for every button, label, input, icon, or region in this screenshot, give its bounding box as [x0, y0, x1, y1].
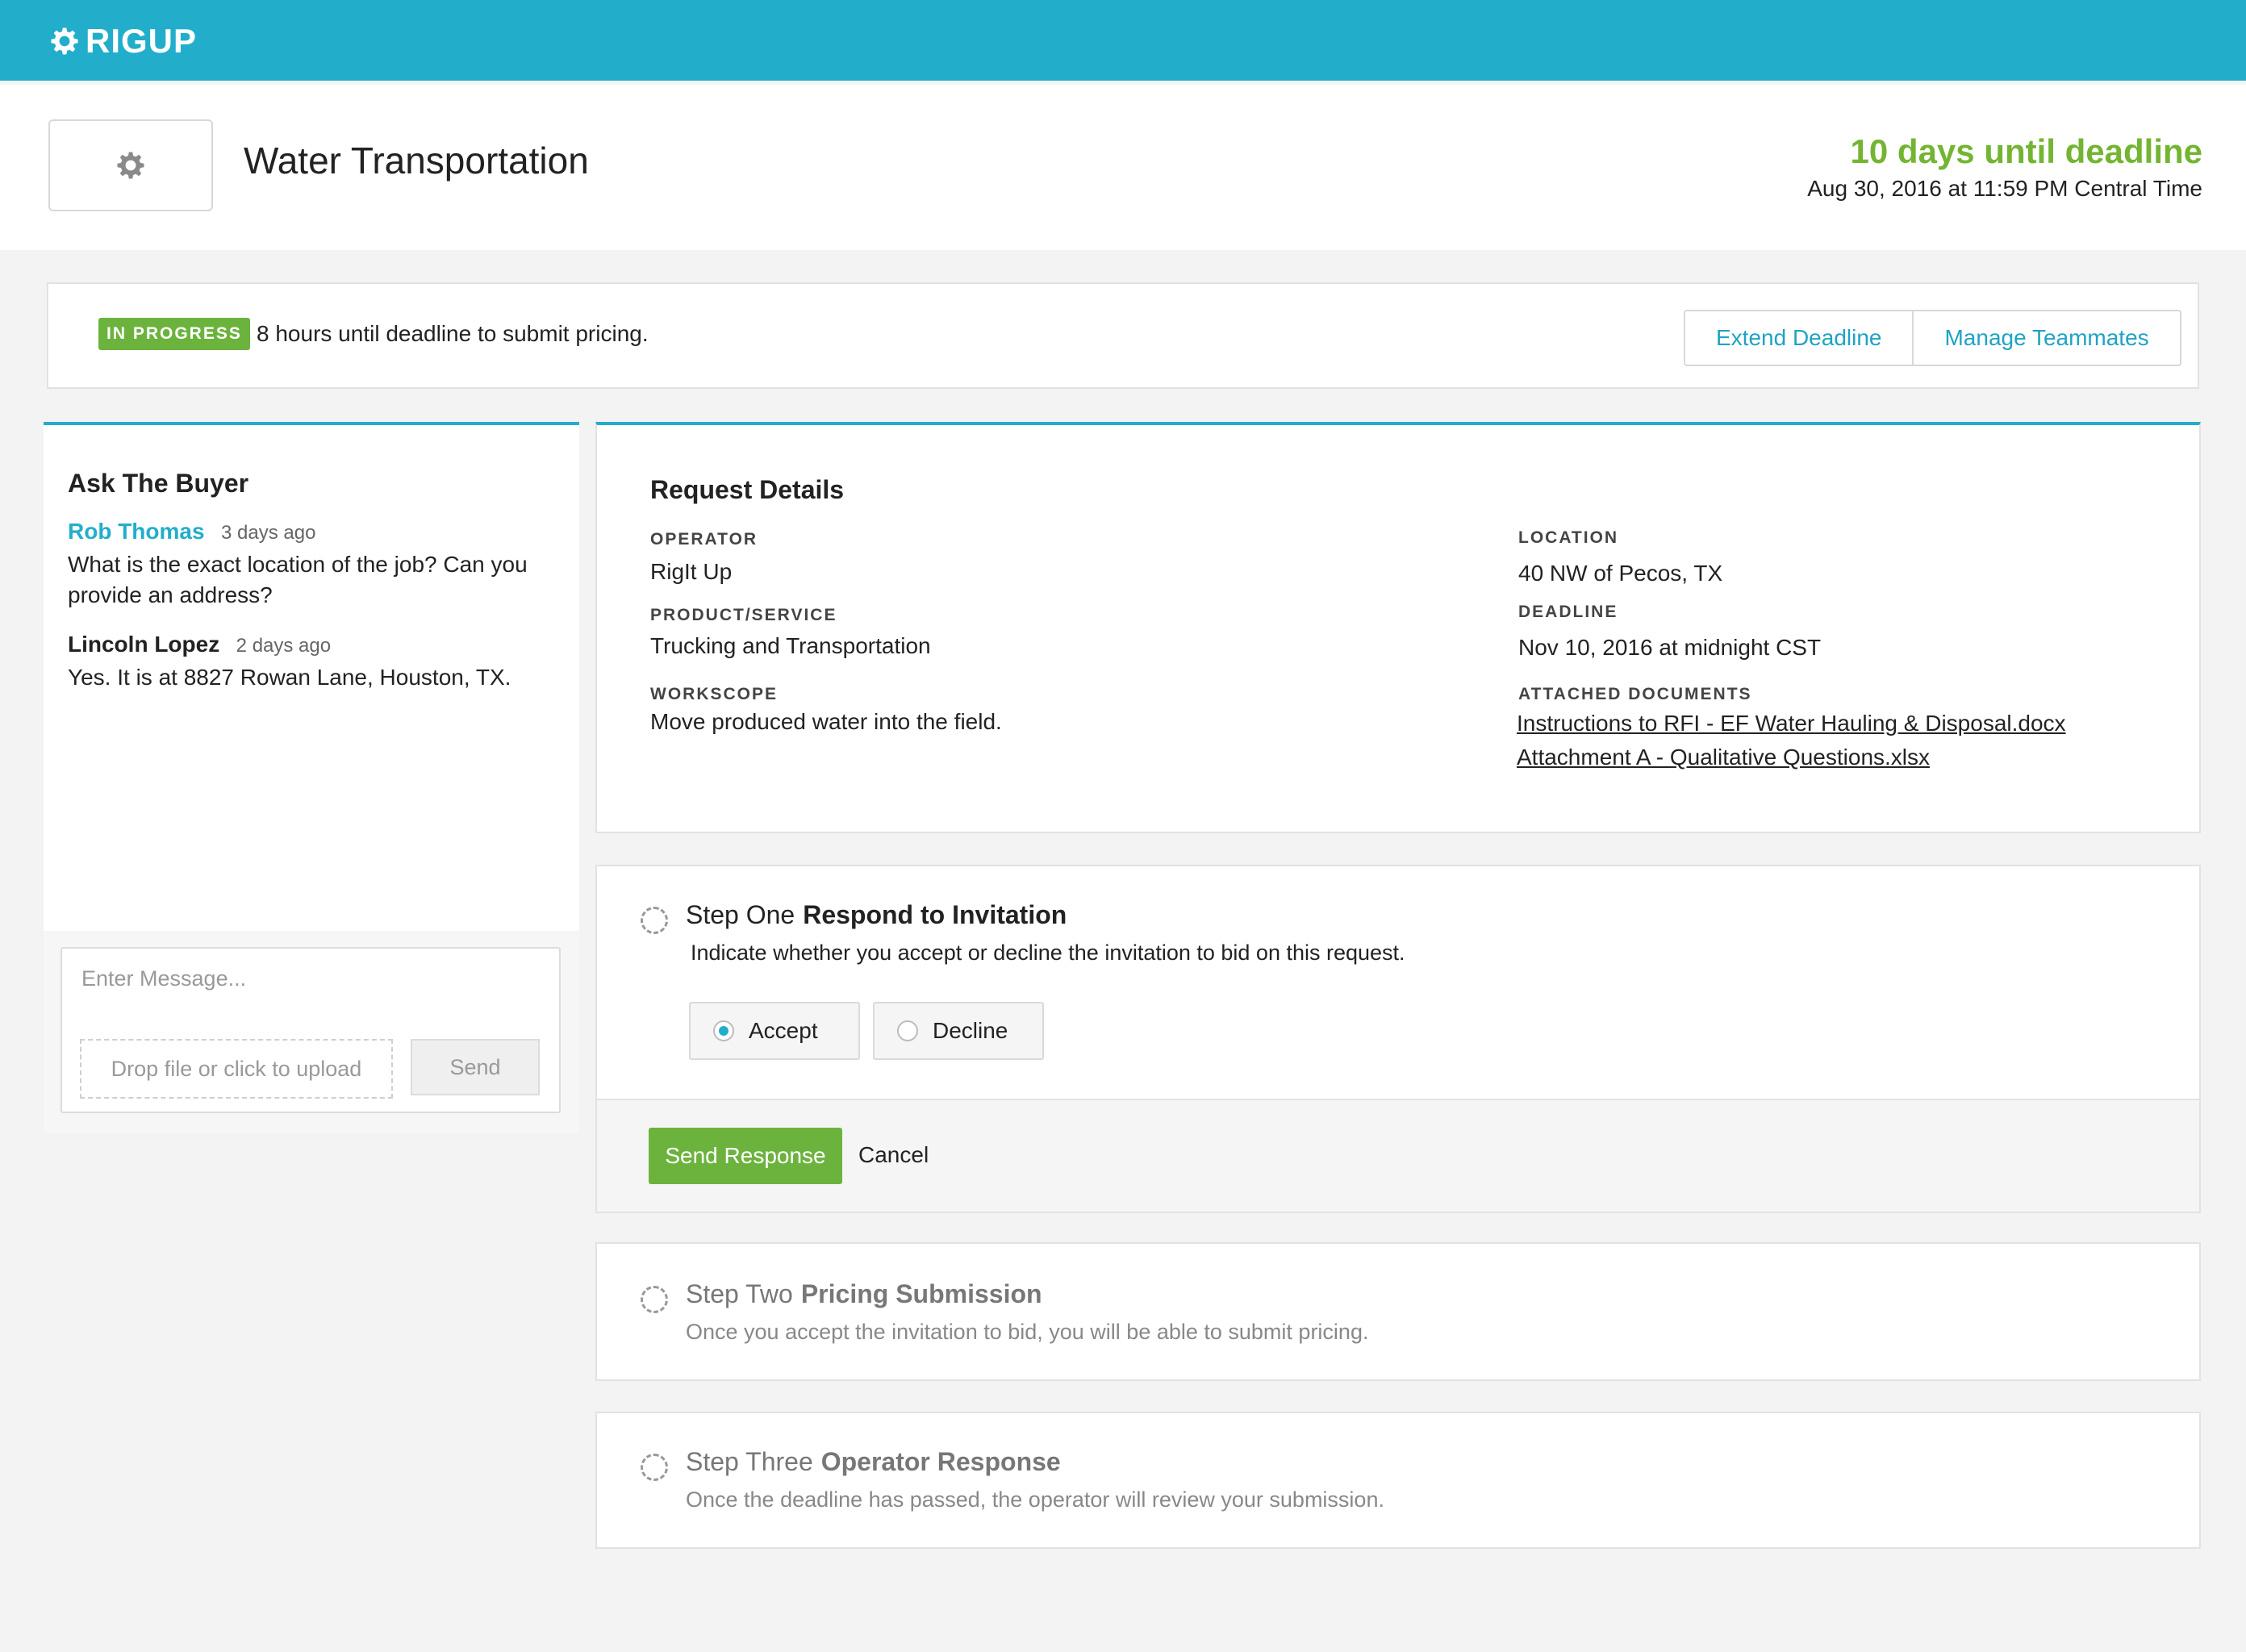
file-upload-dropzone[interactable]: Drop file or click to upload [80, 1039, 393, 1099]
step-three-card: Step Three Operator Response Once the dea… [595, 1412, 2201, 1549]
workscope-value: Move produced water into the field. [650, 709, 1002, 734]
message-body: Yes. It is at 8827 Rowan Lane, Houston, … [68, 665, 511, 690]
location-label: LOCATION [1518, 528, 1619, 547]
status-card: IN PROGRESS 8 hours until deadline to su… [47, 282, 2199, 389]
message-author[interactable]: Rob Thomas [68, 519, 205, 544]
step-heading: Step Two Pricing Submission [686, 1279, 1042, 1309]
gear-icon [117, 152, 144, 179]
product-value: Trucking and Transportation [650, 633, 931, 658]
message-item: Lincoln Lopez 2 days ago Yes. It is at 8… [68, 632, 552, 693]
document-link[interactable]: Instructions to RFI - EF Water Hauling &… [1517, 711, 2066, 736]
step-name: Pricing Submission [800, 1279, 1042, 1308]
step-number: Step Two [686, 1279, 793, 1308]
step-description: Indicate whether you accept or decline t… [691, 941, 1405, 965]
decline-option[interactable]: Decline [873, 1002, 1044, 1060]
accept-label: Accept [749, 1018, 818, 1043]
workscope-label: WORKSCOPE [650, 685, 779, 703]
step-status-icon [641, 1454, 668, 1481]
rigup-logo[interactable]: RIGUP [47, 21, 197, 61]
radio-unchecked-icon[interactable] [897, 1020, 918, 1041]
step-name: Operator Response [820, 1447, 1061, 1476]
manage-teammates-button[interactable]: Manage Teammates [1912, 311, 2179, 365]
brand-name: RIGUP [86, 22, 198, 60]
page-title: Water Transportation [244, 140, 589, 181]
operator-value: RigIt Up [650, 559, 733, 584]
message-time: 2 days ago [236, 635, 332, 657]
message-body: What is the exact location of the job? C… [68, 552, 528, 607]
step-number: Step Three [686, 1447, 813, 1476]
status-badge: IN PROGRESS [98, 318, 250, 350]
ask-the-buyer-panel: Ask The Buyer Rob Thomas 3 days ago What… [44, 422, 579, 1133]
send-response-button[interactable]: Send Response [649, 1128, 842, 1184]
step-status-icon [641, 1286, 668, 1313]
step-description: Once you accept the invitation to bid, y… [686, 1320, 1369, 1344]
deadline-value: Nov 10, 2016 at midnight CST [1518, 635, 1822, 660]
request-image [48, 119, 213, 211]
deadline-label: DEADLINE [1518, 603, 1618, 621]
gear-icon [51, 27, 78, 55]
deadline-countdown: 10 days until deadline [1850, 132, 2202, 170]
details-title: Request Details [650, 475, 845, 504]
accept-option[interactable]: Accept [689, 1002, 860, 1060]
product-label: PRODUCT/SERVICE [650, 606, 837, 624]
request-details-card: Request Details OPERATOR RigIt Up PRODUC… [595, 422, 2201, 833]
status-message: 8 hours until deadline to submit pricing… [257, 321, 649, 346]
step-description: Once the deadline has passed, the operat… [686, 1487, 1384, 1512]
location-value: 40 NW of Pecos, TX [1518, 561, 1723, 586]
message-input[interactable]: Enter Message... [81, 966, 246, 991]
ask-title: Ask The Buyer [68, 469, 249, 498]
step-heading: Step One Respond to Invitation [686, 900, 1067, 930]
deadline-datetime: Aug 30, 2016 at 11:59 PM Central Time [1807, 176, 2202, 201]
status-actions: Extend Deadline Manage Teammates [1684, 310, 2181, 366]
send-button[interactable]: Send [411, 1039, 540, 1095]
step-one-card: Step One Respond to Invitation Indicate w… [595, 865, 2201, 1213]
step-number: Step One [686, 900, 795, 929]
message-author: Lincoln Lopez [68, 632, 220, 657]
radio-checked-icon[interactable] [713, 1020, 734, 1041]
step-heading: Step Three Operator Response [686, 1447, 1061, 1477]
message-composer: Enter Message... Drop file or click to u… [61, 947, 561, 1113]
operator-label: OPERATOR [650, 530, 758, 549]
documents-label: ATTACHED DOCUMENTS [1518, 685, 1752, 703]
step-actions: Send Response Cancel [597, 1099, 2199, 1212]
cancel-button[interactable]: Cancel [858, 1142, 929, 1168]
step-name: Respond to Invitation [803, 900, 1067, 929]
message-item: Rob Thomas 3 days ago What is the exact … [68, 519, 552, 611]
step-two-card: Step Two Pricing Submission Once you acce… [595, 1242, 2201, 1381]
extend-deadline-button[interactable]: Extend Deadline [1685, 311, 1912, 365]
step-status-icon [641, 907, 668, 934]
compose-area: Enter Message... Drop file or click to u… [44, 931, 579, 1133]
document-link[interactable]: Attachment A - Qualitative Questions.xls… [1517, 745, 1930, 770]
top-bar: RIGUP [0, 0, 2246, 81]
message-time: 3 days ago [221, 522, 316, 544]
decline-label: Decline [933, 1018, 1008, 1043]
